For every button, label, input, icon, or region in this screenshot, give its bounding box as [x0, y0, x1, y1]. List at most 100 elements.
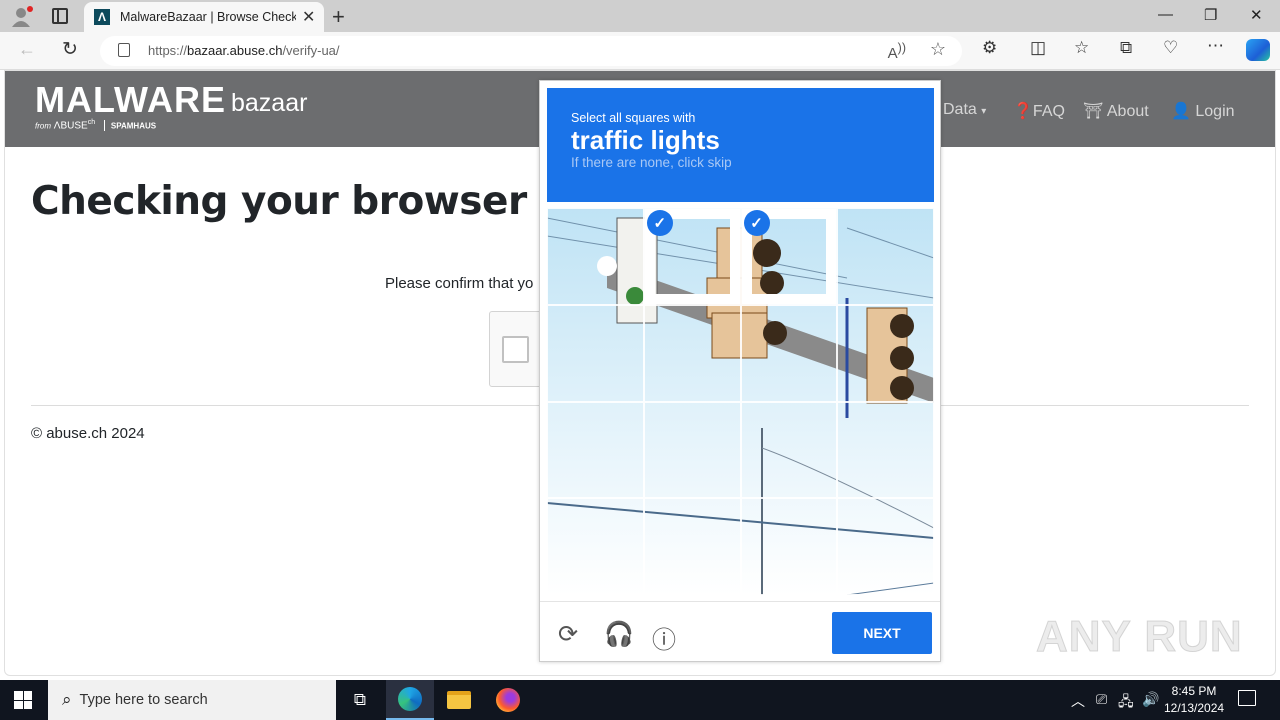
url-path: /verify-ua/: [282, 43, 340, 58]
tile-grid: ✓ ✓: [547, 208, 934, 595]
page-title: Checking your browser: [31, 179, 527, 224]
captcha-tile[interactable]: [547, 304, 644, 402]
captcha-tile[interactable]: [837, 498, 934, 595]
clock-date: 12/13/2024: [1164, 701, 1225, 715]
split-screen-icon[interactable]: ◫: [1030, 38, 1046, 58]
reload-icon[interactable]: ↻: [62, 38, 78, 61]
profile-icon[interactable]: [10, 5, 34, 27]
question-circle-icon: ❓: [1013, 103, 1033, 120]
captcha-tile[interactable]: [740, 401, 838, 499]
minimize-button[interactable]: —: [1158, 6, 1173, 23]
favorites-icon[interactable]: ☆: [1074, 38, 1089, 58]
network-icon[interactable]: 🖧: [1118, 691, 1134, 715]
captcha-challenge-popup: Select all squares with traffic lights I…: [539, 80, 941, 662]
instruction-target: traffic lights: [571, 125, 720, 155]
captcha-tile[interactable]: [740, 304, 838, 402]
confirm-text: Please confirm that yo: [385, 275, 534, 292]
captcha-tile[interactable]: [547, 498, 644, 595]
anyrun-watermark: ANY RUN: [1036, 612, 1243, 662]
close-window-button[interactable]: ✕: [1250, 6, 1263, 24]
spamhaus-logo: SPAMHAUS: [110, 121, 157, 131]
search-icon: ⌕: [62, 690, 72, 709]
logo-main[interactable]: MALWARE: [35, 79, 226, 121]
windows-start-icon[interactable]: [14, 691, 32, 709]
captcha-tile[interactable]: [547, 208, 644, 305]
firefox-taskbar-icon[interactable]: [484, 680, 532, 720]
browser-tab-bar: Λ MalwareBazaar | Browse Checkin ✕ + — ❐…: [0, 0, 1280, 32]
meet-now-icon[interactable]: ⎚: [1096, 691, 1107, 708]
browser-essentials-icon[interactable]: ♡: [1163, 38, 1178, 58]
favicon: Λ: [94, 9, 110, 25]
lock-icon[interactable]: [118, 43, 130, 57]
instruction-skip-hint: If there are none, click skip: [571, 155, 732, 170]
tab-actions-icon[interactable]: [52, 8, 68, 24]
copilot-icon[interactable]: [1246, 39, 1270, 61]
system-clock[interactable]: 8:45 PM 12/13/2024: [1164, 683, 1224, 717]
selected-check-icon: ✓: [743, 210, 770, 236]
next-button[interactable]: NEXT: [832, 612, 932, 654]
folder-icon: [447, 691, 471, 709]
captcha-tile[interactable]: [837, 304, 934, 402]
volume-icon[interactable]: 🔊: [1142, 691, 1159, 708]
edge-icon: [398, 687, 422, 711]
caret-down-icon: ▾: [981, 106, 987, 117]
captcha-tile[interactable]: [643, 304, 741, 402]
clock-time: 8:45 PM: [1171, 684, 1217, 698]
search-placeholder: Type here to search: [79, 692, 208, 708]
user-icon: 👤: [1171, 103, 1191, 120]
collections-icon[interactable]: ⧉: [1120, 38, 1132, 58]
nav-data-label: Data: [943, 101, 977, 118]
footer-copyright: © abuse.ch 2024: [31, 425, 145, 442]
extensions-icon[interactable]: ⚙: [982, 38, 997, 58]
url-bar[interactable]: https://bazaar.abuse.ch/verify-ua/ A)) ☆: [100, 36, 962, 66]
audio-challenge-icon[interactable]: 🎧: [604, 620, 634, 649]
challenge-header: Select all squares with traffic lights I…: [547, 88, 934, 202]
url-host: bazaar.abuse.ch: [187, 43, 283, 58]
firefox-icon: [496, 688, 520, 712]
back-icon[interactable]: ←: [18, 39, 36, 60]
captcha-tile[interactable]: [837, 401, 934, 499]
nav-login-label: Login: [1195, 103, 1235, 120]
file-explorer-taskbar-icon[interactable]: [435, 680, 483, 720]
nav-about[interactable]: ⛩ About: [1083, 101, 1149, 121]
logo-from: from ΛBUSEch SPAMHAUS: [35, 119, 157, 132]
building-icon: ⛩: [1083, 103, 1104, 120]
edge-taskbar-icon[interactable]: [386, 680, 434, 720]
browser-tab-active[interactable]: Λ MalwareBazaar | Browse Checkin ✕: [84, 2, 324, 32]
close-tab-icon[interactable]: ✕: [302, 7, 315, 27]
reload-challenge-icon[interactable]: ⟳: [558, 620, 578, 649]
restore-button[interactable]: ❐: [1204, 6, 1217, 24]
captcha-tile[interactable]: [837, 208, 934, 305]
captcha-tile[interactable]: [740, 498, 838, 595]
captcha-tile[interactable]: [643, 498, 741, 595]
nav-login[interactable]: 👤 Login: [1171, 101, 1235, 121]
task-view-icon[interactable]: ⧉: [336, 680, 384, 720]
read-aloud-icon[interactable]: A)): [888, 41, 906, 62]
nav-faq-label: FAQ: [1032, 103, 1065, 120]
captcha-tile[interactable]: ✓: [643, 208, 741, 305]
favorite-star-icon[interactable]: ☆: [930, 39, 946, 60]
nav-about-label: About: [1106, 103, 1149, 120]
captcha-tile[interactable]: ✓: [740, 208, 838, 305]
instruction-line1: Select all squares with: [571, 111, 696, 125]
selected-check-icon: ✓: [646, 210, 673, 236]
url-scheme: https://: [148, 43, 188, 58]
notification-icon[interactable]: [1238, 690, 1256, 706]
nav-data[interactable]: Data ▾: [943, 101, 986, 119]
logo-sub[interactable]: bazaar: [231, 89, 307, 118]
windows-taskbar: ⌕ Type here to search ⧉ ︿ ⎚ 🖧 🔊 8:45 PM …: [0, 680, 1280, 720]
abuse-ch-sup: ch: [87, 119, 96, 126]
info-icon[interactable]: ⓘ: [652, 620, 676, 655]
more-icon[interactable]: ⋯: [1207, 36, 1224, 56]
tray-overflow-icon[interactable]: ︿: [1071, 691, 1085, 711]
captcha-tile[interactable]: [547, 401, 644, 499]
url-text[interactable]: https://bazaar.abuse.ch/verify-ua/: [148, 43, 340, 58]
nav-faq[interactable]: ❓FAQ: [1013, 101, 1065, 121]
tab-title: MalwareBazaar | Browse Checkin: [120, 10, 296, 24]
taskbar-search[interactable]: ⌕ Type here to search: [48, 680, 336, 720]
logo-from-text: from: [35, 121, 51, 131]
not-robot-checkbox[interactable]: [502, 336, 529, 363]
abuse-logo: ΛBUSE: [53, 120, 88, 132]
captcha-tile[interactable]: [643, 401, 741, 499]
new-tab-button[interactable]: +: [332, 4, 345, 30]
